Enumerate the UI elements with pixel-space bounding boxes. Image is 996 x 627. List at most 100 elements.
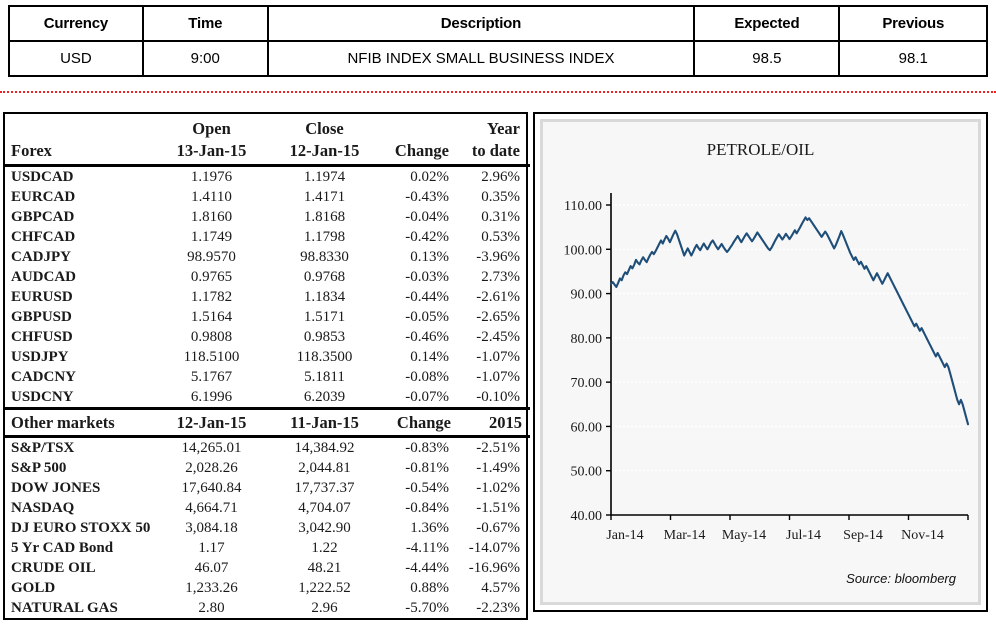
forex-row-open: 5.1767 [190,369,233,385]
calendar-cell-currency: USD [8,40,144,77]
forex-row-name: CADJPY [11,249,71,265]
other-markets-row-open: 17,640.84 [181,480,242,496]
forex-row-change: -0.42% [405,229,449,245]
other-markets-row-close: 17,737.37 [294,480,355,496]
forex-row-name: CADCNY [11,369,76,385]
forex-row-open: 1.8160 [190,209,233,225]
forex-header-close-label: Close [305,119,344,138]
forex-row-open: 1.1976 [190,169,233,185]
forex-row-close: 98.8330 [300,249,349,265]
forex-row-close: 6.2039 [303,389,346,405]
y-axis-label: 40.00 [571,509,603,524]
forex-row-change: 0.02% [410,169,449,185]
table-row: NASDAQ 4,664.71 4,704.07 -0.84% -1.51% [5,498,530,518]
forex-header-ytd-top: Year [487,119,520,138]
calendar-header-previous: Previous [838,5,988,42]
chart-x-axis: Jan-14 Mar-14 May-14 Jul-14 Sep-14 Nov-14 [606,514,969,543]
forex-header-ytd-bottom: to date [459,140,530,167]
forex-row-close: 1.5171 [303,309,346,325]
table-row: S&P/TSX 14,265.01 14,384.92 -0.83% -2.51% [5,437,530,459]
other-markets-row-ytd: -16.96% [468,560,520,576]
other-markets-row-change: -4.11% [405,540,449,556]
other-markets-row-open: 1.17 [198,540,225,556]
other-markets-row-name: S&P/TSX [11,440,75,456]
chart-plot: 40.00 50.00 60.00 70.00 80.00 90.00 100.00 110.… [564,193,970,543]
table-row: S&P 500 2,028.26 2,044.81 -0.81% -1.49% [5,458,530,478]
forex-header-row-bottom: Forex 13-Jan-15 12-Jan-15 Change to date [5,140,530,167]
other-markets-row-name: CRUDE OIL [11,560,96,576]
forex-row-name: USDCNY [11,389,74,405]
other-markets-row-change: 1.36% [410,520,449,536]
other-markets-row-ytd: 4.57% [481,580,520,596]
forex-row-name: EURUSD [11,289,73,305]
other-markets-row-change: -5.70% [405,600,449,616]
table-row: AUDCAD 0.9765 0.9768 -0.03% 2.73% [5,267,530,287]
forex-header-close-date: 12-Jan-15 [268,140,381,167]
forex-row-close: 5.1811 [304,369,345,385]
forex-row-ytd: 2.96% [481,169,520,185]
other-markets-header-title: Other markets [5,407,155,438]
forex-row-change: -0.46% [405,329,449,345]
market-data-section: Open Close Year Forex 13-Jan-15 12-Jan-1… [3,112,530,620]
table-row: NATURAL GAS 2.80 2.96 -5.70% -2.23% [5,598,530,618]
forex-row-open: 98.9570 [187,249,236,265]
forex-row-close: 1.8168 [303,209,346,225]
forex-row-close: 1.1974 [303,169,346,185]
table-row: GBPCAD 1.8160 1.8168 -0.04% 0.31% [5,207,530,227]
other-markets-row-change: -4.44% [405,560,449,576]
other-markets-row-close: 1,222.52 [298,580,351,596]
other-markets-row-name: DJ EURO STOXX 50 [11,520,151,536]
table-row: USDCAD 1.1976 1.1974 0.02% 2.96% [5,166,530,188]
forex-row-ytd: 0.53% [481,229,520,245]
other-markets-row-change: -0.81% [405,460,449,476]
other-markets-row-name: 5 Yr CAD Bond [11,540,114,556]
y-axis-label: 100.00 [564,243,603,258]
economic-calendar-table: Currency Time Description Expected Previ… [8,5,988,77]
other-markets-row-ytd: -14.07% [468,540,520,556]
other-markets-row-ytd: -1.51% [476,500,520,516]
forex-row-change: -0.43% [405,189,449,205]
forex-row-change: -0.03% [405,269,449,285]
forex-row-open: 1.1782 [190,289,233,305]
forex-row-name: GBPCAD [11,209,75,225]
other-markets-row-open: 3,084.18 [185,520,238,536]
forex-row-ytd: -2.45% [476,329,520,345]
other-markets-header-year: 2015 [459,407,530,438]
forex-row-name: CHFUSD [11,329,73,345]
forex-header-open-label: Open [192,119,231,138]
calendar-cell-previous: 98.1 [838,40,988,77]
forex-row-name: AUDCAD [11,269,76,285]
forex-row-name: CHFCAD [11,229,76,245]
other-markets-row-ytd: -1.49% [476,460,520,476]
chart-gridlines [611,204,968,472]
other-markets-row-open: 2,028.26 [185,460,238,476]
other-markets-row-close: 4,704.07 [298,500,351,516]
y-axis-label: 50.00 [571,465,603,480]
x-axis-label: Sep-14 [843,528,883,543]
forex-row-ytd: -0.10% [476,389,520,405]
forex-header-title: Forex [5,140,155,167]
other-markets-row-close: 14,384.92 [294,440,355,456]
other-markets-row-open: 14,265.01 [181,440,242,456]
chart-inner-frame: PETROLE/OIL 40.00 50.00 60.00 70.00 80.00 90.… [540,119,981,605]
other-markets-row-ytd: -0.67% [476,520,520,536]
forex-row-name: GBPUSD [11,309,72,325]
y-axis-label: 90.00 [571,288,603,303]
dotted-separator [0,91,996,93]
forex-row-open: 1.5164 [190,309,233,325]
other-markets-row-change: -0.84% [405,500,449,516]
forex-row-ytd: -3.96% [476,249,520,265]
other-markets-header-row: Other markets 12-Jan-15 11-Jan-15 Change 201… [5,407,530,438]
forex-row-change: -0.08% [405,369,449,385]
y-axis-label: 70.00 [571,376,603,391]
x-axis-label: Jan-14 [606,528,643,543]
table-row: EURUSD 1.1782 1.1834 -0.44% -2.61% [5,287,530,307]
table-row: 5 Yr CAD Bond 1.17 1.22 -4.11% -14.07% [5,538,530,558]
x-axis-label: Nov-14 [901,528,944,543]
forex-row-close: 118.3500 [296,349,353,365]
other-markets-row-open: 2.80 [198,600,225,616]
table-row: EURCAD 1.4110 1.4171 -0.43% 0.35% [5,187,530,207]
forex-header-change-blank [381,114,459,140]
other-markets-row-name: GOLD [11,580,56,596]
other-markets-row-name: DOW JONES [11,480,101,496]
